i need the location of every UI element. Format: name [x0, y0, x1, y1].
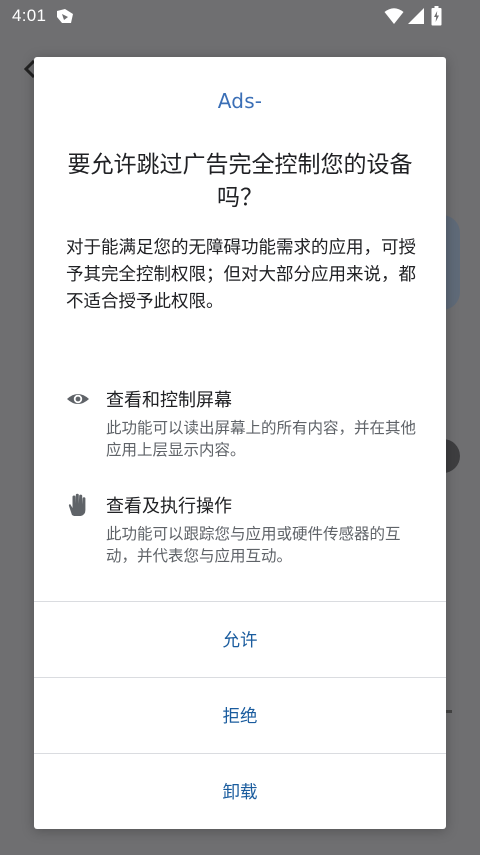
allow-button[interactable]: 允许: [34, 602, 446, 677]
wifi-icon: [384, 8, 404, 24]
deny-button[interactable]: 拒绝: [34, 678, 446, 753]
app-notification-icon: [57, 9, 73, 23]
app-logo-text: Ads-: [217, 89, 263, 113]
hand-icon: [68, 493, 86, 516]
permission-title: 查看及执行操作: [106, 496, 232, 517]
status-bar: 4:01: [0, 0, 480, 34]
dialog-title: 要允许跳过广告完全控制您的设备吗？: [67, 152, 413, 211]
uninstall-button[interactable]: 卸载: [34, 754, 446, 829]
accessibility-permission-dialog: Ads- 要允许跳过广告完全控制您的设备吗？ 对于能满足您的无障碍功能需求的应用…: [34, 57, 446, 829]
background-divider: [446, 710, 452, 713]
eye-icon: [67, 394, 89, 404]
battery-charging-icon: [431, 6, 442, 26]
permission-description: 此功能可以跟踪您与应用或硬件传感器的互动，并代表您与应用互动。: [106, 525, 401, 565]
signal-icon: [408, 8, 424, 24]
dialog-description: 对于能满足您的无障碍功能需求的应用，可授予其完全控制权限；但对大部分应用来说，都…: [66, 238, 416, 312]
screen: 4:01 Ads- 要允许跳过广告完全控制您的设备吗？ 对于能满足您的无障碍功能…: [0, 0, 480, 855]
permission-description: 此功能可以读出屏幕上的所有内容，并在其他应用上层显示内容。: [106, 419, 417, 459]
status-time: 4:01: [12, 6, 47, 25]
app-logo: Ads-: [216, 79, 264, 123]
permission-title: 查看和控制屏幕: [106, 390, 232, 411]
